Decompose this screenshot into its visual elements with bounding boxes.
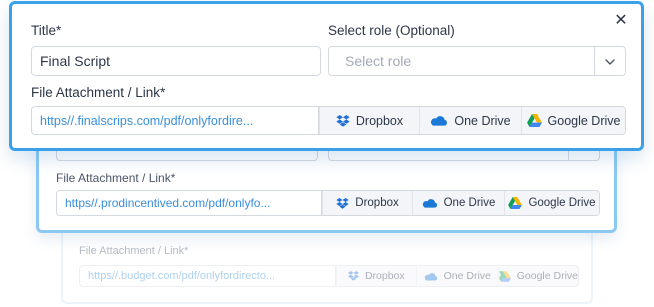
onedrive-label: One Drive [454, 113, 511, 128]
dropbox-label: Dropbox [364, 270, 405, 282]
title-input[interactable]: Final Script [31, 46, 321, 76]
dropbox-icon [336, 197, 349, 209]
dropbox-button[interactable]: Dropbox [319, 107, 419, 134]
attachment-row: https//.prodincentived.com/pdf/onlyfo...… [56, 190, 600, 216]
google-drive-icon [526, 114, 542, 127]
onedrive-icon [430, 115, 448, 126]
attachment-label: File Attachment / Link* [56, 171, 176, 185]
link-input[interactable]: https//.budget.com/pdf/onlyfordirecto... [80, 266, 336, 286]
dropbox-icon [347, 271, 359, 281]
close-icon[interactable]: ✕ [613, 13, 629, 29]
attachment-card-middle: File Attachment / Link* https//.prodince… [36, 138, 617, 233]
attachment-label: File Attachment / Link* [31, 85, 166, 100]
role-label: Select role (Optional) [328, 23, 455, 38]
onedrive-icon [424, 272, 438, 281]
google-drive-button[interactable]: Google Drive [504, 191, 599, 215]
dropbox-icon [336, 114, 350, 127]
google-drive-label: Google Drive [528, 197, 596, 209]
onedrive-button[interactable]: One Drive [412, 191, 504, 215]
role-select[interactable]: Select role [328, 46, 626, 76]
attachment-row: https//.finalscrips.com/pdf/onlyfordire.… [31, 106, 626, 135]
link-input[interactable]: https//.finalscrips.com/pdf/onlyfordire.… [32, 107, 319, 134]
dropbox-button[interactable]: Dropbox [322, 191, 412, 215]
onedrive-label: One Drive [443, 197, 496, 209]
attachment-label: File Attachment / Link* [79, 245, 189, 257]
select-divider [594, 47, 595, 75]
google-drive-label: Google Drive [516, 270, 578, 282]
attachment-card-back: File Attachment / Link* https//.budget.c… [61, 225, 593, 304]
onedrive-button[interactable]: One Drive [419, 107, 521, 134]
google-drive-icon [498, 270, 511, 282]
dropbox-label: Dropbox [355, 113, 404, 128]
dropbox-button[interactable]: Dropbox [335, 266, 416, 286]
role-placeholder: Select role [345, 53, 412, 69]
onedrive-label: One Drive [443, 270, 491, 282]
chevron-down-icon[interactable] [605, 57, 615, 67]
google-drive-label: Google Drive [547, 113, 621, 128]
dropbox-label: Dropbox [355, 197, 399, 209]
onedrive-button[interactable]: One Drive [415, 266, 498, 286]
google-drive-button[interactable]: Google Drive [521, 107, 625, 134]
link-input[interactable]: https//.prodincentived.com/pdf/onlyfo... [57, 191, 322, 215]
attachment-row: https//.budget.com/pdf/onlyfordirecto...… [79, 265, 579, 287]
attachment-card-front: ✕ Title* Final Script Select role (Optio… [9, 1, 644, 151]
google-drive-button[interactable]: Google Drive [497, 266, 578, 286]
onedrive-icon [422, 198, 438, 208]
google-drive-icon [508, 197, 523, 209]
title-label: Title* [31, 23, 62, 38]
